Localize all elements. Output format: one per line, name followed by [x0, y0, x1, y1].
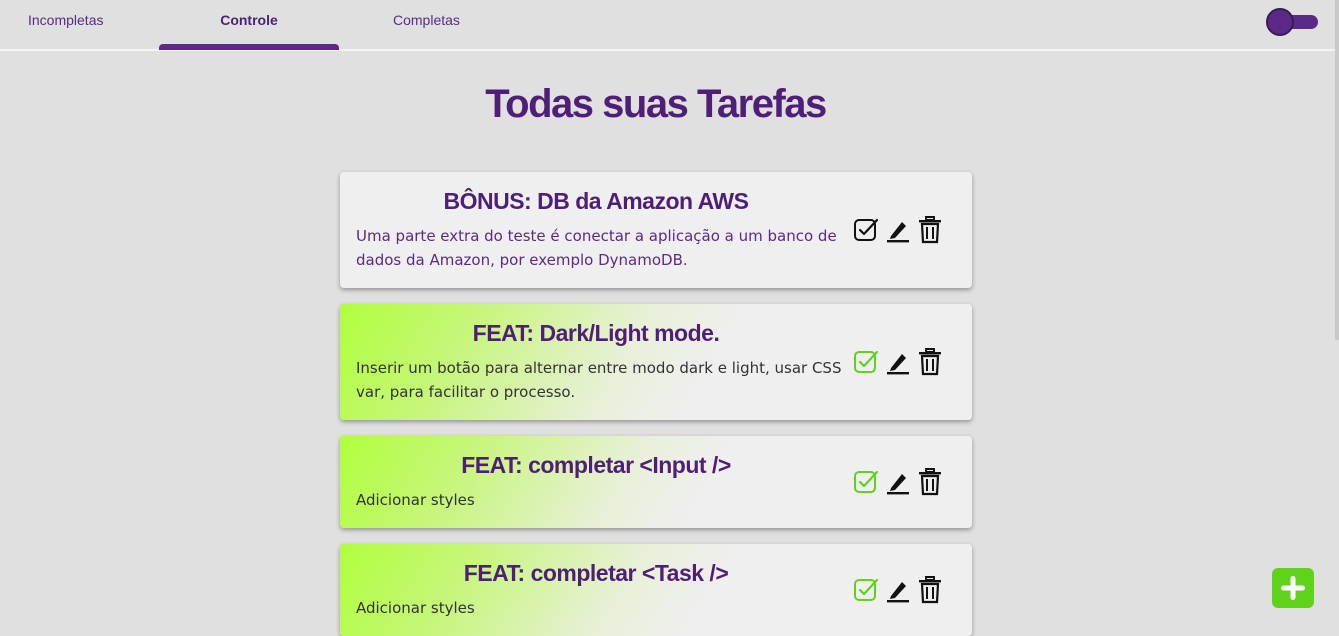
task-title: FEAT: completar <Task /> — [463, 560, 729, 586]
trash-icon — [919, 216, 941, 244]
tab-incompletas[interactable]: Incompletas — [28, 12, 103, 32]
edit-task-button[interactable] — [884, 575, 912, 605]
delete-task-button[interactable] — [916, 575, 944, 605]
task-card: FEAT: completar <Task /> Adicionar style… — [340, 544, 972, 636]
complete-task-button[interactable] — [852, 215, 880, 245]
task-actions — [852, 215, 944, 247]
page-title: Todas suas Tarefas — [485, 82, 827, 126]
task-description: Adicionar styles — [356, 599, 475, 617]
tab-controle[interactable]: Controle — [159, 12, 339, 32]
check-square-icon — [854, 470, 879, 493]
edit-task-button[interactable] — [884, 347, 912, 377]
tab-completas[interactable]: Completas — [393, 12, 460, 32]
edit-task-button[interactable] — [884, 467, 912, 497]
trash-icon — [919, 468, 941, 496]
check-square-icon — [854, 350, 879, 373]
trash-icon — [919, 348, 941, 376]
task-description: Adicionar styles — [356, 491, 475, 509]
complete-task-button[interactable] — [852, 467, 880, 497]
task-card: FEAT: Dark/Light mode. Inserir um botão … — [340, 304, 972, 420]
plus-icon — [1281, 576, 1305, 600]
delete-task-button[interactable] — [916, 467, 944, 497]
pencil-icon — [887, 222, 909, 243]
task-actions — [852, 467, 944, 499]
delete-task-button[interactable] — [916, 215, 944, 245]
task-title: BÔNUS: DB da Amazon AWS — [443, 188, 749, 214]
pencil-icon — [887, 474, 909, 495]
complete-task-button[interactable] — [852, 347, 880, 377]
task-description: Uma parte extra do teste é conectar a ap… — [356, 227, 837, 269]
trash-icon — [919, 576, 941, 604]
task-description: Inserir um botão para alternar entre mod… — [356, 359, 842, 401]
task-actions — [852, 347, 944, 379]
check-square-icon — [854, 578, 879, 601]
task-actions — [852, 575, 944, 607]
complete-task-button[interactable] — [852, 575, 880, 605]
task-title: FEAT: Dark/Light mode. — [472, 320, 720, 346]
scrollbar[interactable] — [1335, 0, 1339, 340]
add-task-button[interactable] — [1272, 568, 1314, 608]
pencil-icon — [887, 582, 909, 603]
active-tab-indicator — [159, 44, 339, 50]
task-title: FEAT: completar <Input /> — [461, 452, 731, 478]
toggle-knob — [1266, 8, 1294, 36]
delete-task-button[interactable] — [916, 347, 944, 377]
pencil-icon — [887, 354, 909, 375]
top-navigation: Incompletas Controle Completas — [0, 0, 1339, 51]
theme-toggle[interactable] — [1266, 8, 1318, 36]
task-card: BÔNUS: DB da Amazon AWS Uma parte extra … — [340, 172, 972, 288]
edit-task-button[interactable] — [884, 215, 912, 245]
check-square-icon — [854, 218, 879, 241]
task-card: FEAT: completar <Input /> Adicionar styl… — [340, 436, 972, 528]
